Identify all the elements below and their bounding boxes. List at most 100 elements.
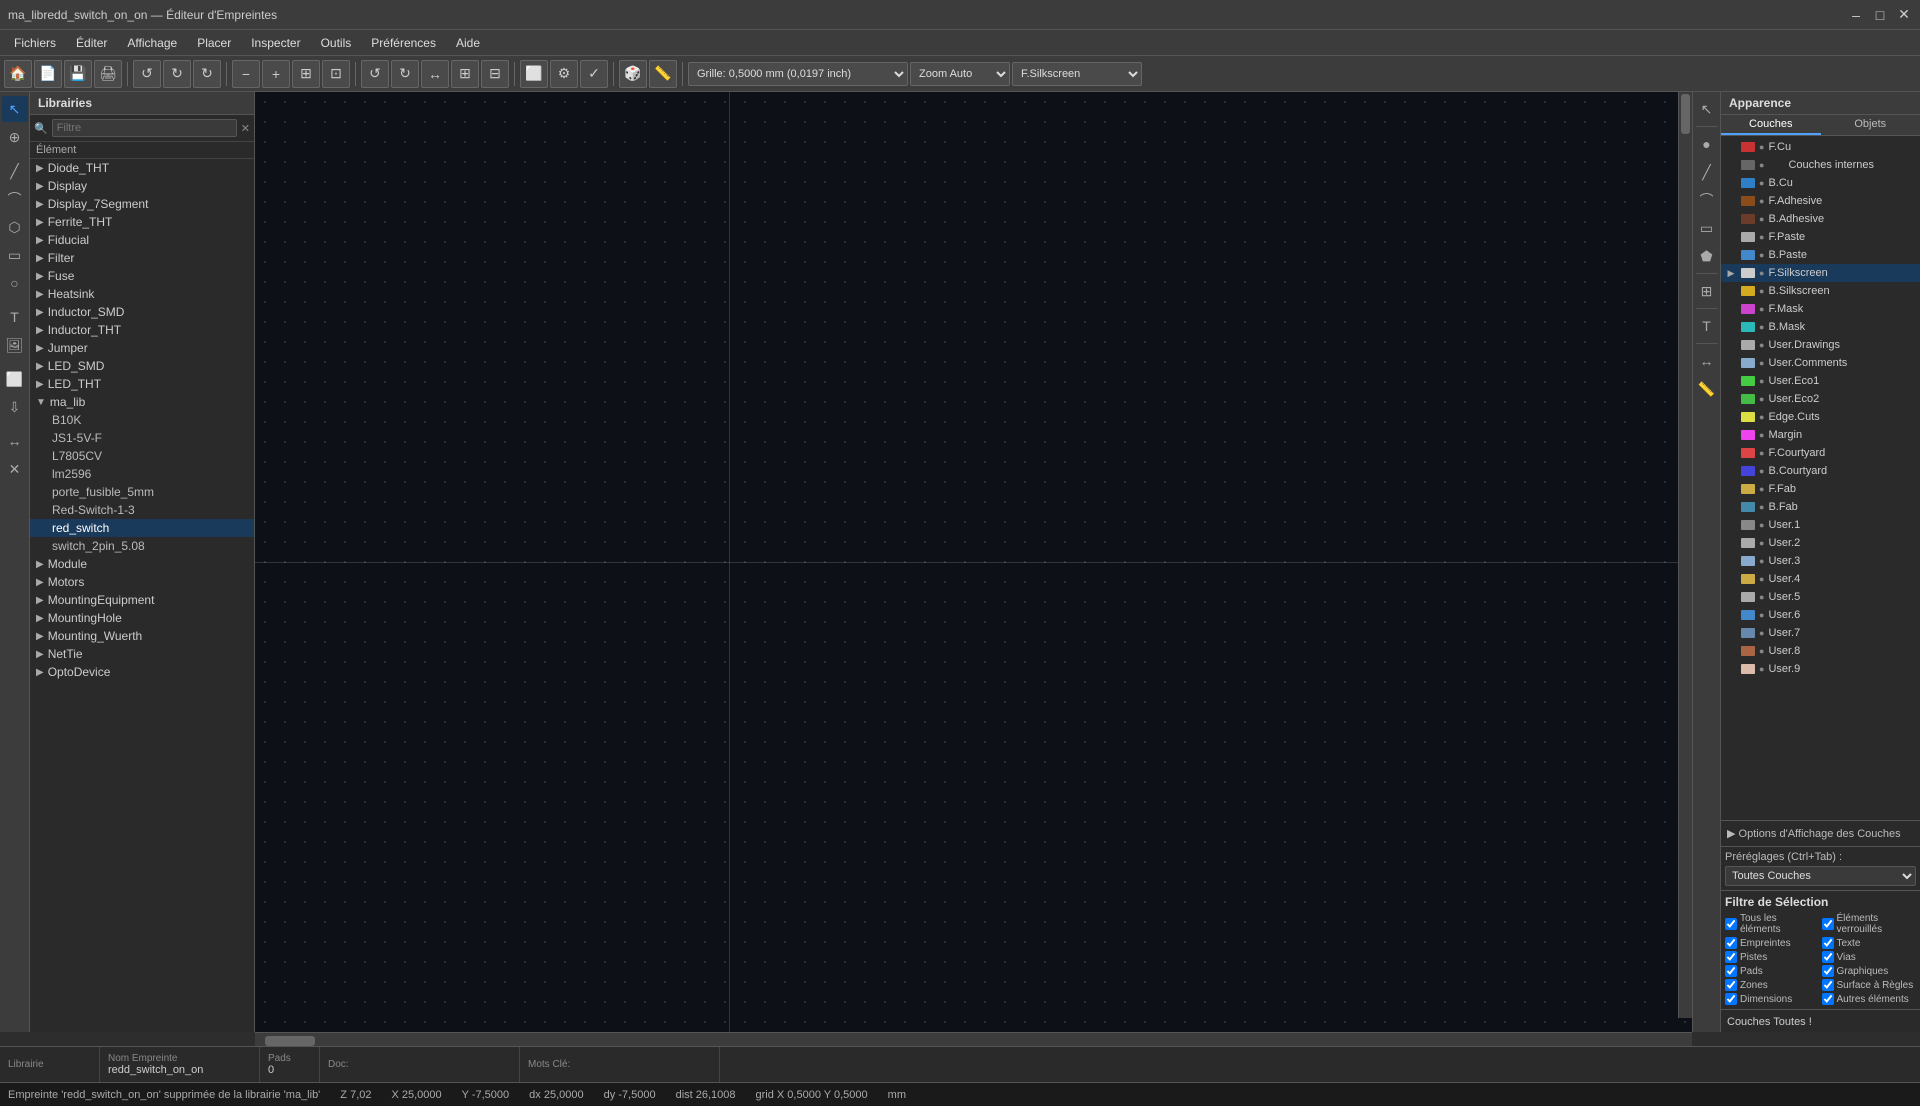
menu-item-affichage[interactable]: Affichage	[117, 30, 187, 55]
layer-row-26[interactable]: ●User.6	[1721, 606, 1920, 624]
layer-row-17[interactable]: ●F.Courtyard	[1721, 444, 1920, 462]
lib-group-header-14[interactable]: ▶Module	[30, 555, 254, 573]
zoom-out-button[interactable]: −	[232, 60, 260, 88]
lib-group-header-8[interactable]: ▶Inductor_SMD	[30, 303, 254, 321]
maximize-button[interactable]: □	[1872, 7, 1888, 23]
presets-select[interactable]: Toutes CouchesCouches de cuivreCouches a…	[1725, 866, 1916, 886]
filter-checkbox-right-3[interactable]	[1822, 965, 1834, 977]
text-right-tool[interactable]: T	[1694, 313, 1720, 339]
layer-row-18[interactable]: ●B.Courtyard	[1721, 462, 1920, 480]
layer-row-27[interactable]: ●User.7	[1721, 624, 1920, 642]
layer-row-24[interactable]: ●User.4	[1721, 570, 1920, 588]
lib-group-header-5[interactable]: ▶Filter	[30, 249, 254, 267]
v-scrollbar-thumb[interactable]	[1681, 94, 1690, 134]
lib-group-header-0[interactable]: ▶Diode_THT	[30, 159, 254, 177]
lib-group-header-4[interactable]: ▶Fiducial	[30, 231, 254, 249]
pad-add-tool[interactable]: ⬜	[2, 366, 28, 392]
lib-group-header-10[interactable]: ▶Jumper	[30, 339, 254, 357]
local-coords-tool[interactable]: ⊕	[2, 124, 28, 150]
lib-group-header-9[interactable]: ▶Inductor_THT	[30, 321, 254, 339]
filter-checkbox-left-1[interactable]	[1725, 937, 1737, 949]
lib-item-13-1[interactable]: JS1-5V-F	[30, 429, 254, 447]
filter-checkbox-left-0[interactable]	[1725, 918, 1737, 930]
layer-row-2[interactable]: ●B.Cu	[1721, 174, 1920, 192]
image-tool[interactable]: 🖼	[2, 332, 28, 358]
layer-row-0[interactable]: ●F.Cu	[1721, 138, 1920, 156]
poly-tool[interactable]: ⬡	[2, 214, 28, 240]
lib-group-header-15[interactable]: ▶Motors	[30, 573, 254, 591]
refresh-button[interactable]: ↻	[193, 60, 221, 88]
rotate-left-button[interactable]: ↺	[361, 60, 389, 88]
pcb-canvas[interactable]	[255, 92, 1692, 1032]
vertical-scrollbar[interactable]	[1678, 92, 1692, 1018]
layer-row-14[interactable]: ●User.Eco2	[1721, 390, 1920, 408]
measure-button[interactable]: 📏	[649, 60, 677, 88]
arc-draw-tool[interactable]: ⌒	[1694, 187, 1720, 213]
layer-row-3[interactable]: ●F.Adhesive	[1721, 192, 1920, 210]
clear-search-icon[interactable]: ✕	[241, 122, 250, 135]
flip-button[interactable]: ↔	[421, 60, 449, 88]
lib-group-header-13[interactable]: ▼ma_lib	[30, 393, 254, 411]
menu-item-placer[interactable]: Placer	[187, 30, 241, 55]
zoom-in-button[interactable]: +	[262, 60, 290, 88]
rect-tool[interactable]: ▭	[2, 242, 28, 268]
layer-row-23[interactable]: ●User.3	[1721, 552, 1920, 570]
drc-button[interactable]: ✓	[580, 60, 608, 88]
filter-checkbox-right-4[interactable]	[1822, 979, 1834, 991]
measure-tool[interactable]: ↔	[2, 428, 28, 454]
layer-select[interactable]: F.Silkscreen	[1012, 62, 1142, 86]
lib-group-header-17[interactable]: ▶MountingHole	[30, 609, 254, 627]
zoom-fit-button[interactable]: ⊞	[292, 60, 320, 88]
redo-button[interactable]: ↻	[163, 60, 191, 88]
layer-row-1[interactable]: ●Couches internes	[1721, 156, 1920, 174]
filter-checkbox-right-0[interactable]	[1822, 918, 1834, 930]
lib-group-header-6[interactable]: ▶Fuse	[30, 267, 254, 285]
lib-item-13-6[interactable]: red_switch	[30, 519, 254, 537]
layer-row-12[interactable]: ●User.Comments	[1721, 354, 1920, 372]
menu-item-préférences[interactable]: Préférences	[361, 30, 446, 55]
filter-checkbox-left-3[interactable]	[1725, 965, 1737, 977]
grid-select[interactable]: Grille: 0,5000 mm (0,0197 inch)	[688, 62, 908, 86]
print-button[interactable]: 🖨	[94, 60, 122, 88]
layer-row-5[interactable]: ●F.Paste	[1721, 228, 1920, 246]
layer-row-4[interactable]: ●B.Adhesive	[1721, 210, 1920, 228]
layer-row-28[interactable]: ●User.8	[1721, 642, 1920, 660]
layer-row-15[interactable]: ●Edge.Cuts	[1721, 408, 1920, 426]
tab-objects[interactable]: Objets	[1821, 115, 1920, 135]
lib-group-header-20[interactable]: ▶OptoDevice	[30, 663, 254, 681]
lib-group-header-2[interactable]: ▶Display_7Segment	[30, 195, 254, 213]
menu-item-outils[interactable]: Outils	[311, 30, 362, 55]
h-scrollbar-thumb[interactable]	[265, 1036, 315, 1046]
align-button[interactable]: ⊞	[451, 60, 479, 88]
layer-row-19[interactable]: ●F.Fab	[1721, 480, 1920, 498]
pad-button[interactable]: ⬜	[520, 60, 548, 88]
filter-checkbox-right-2[interactable]	[1822, 951, 1834, 963]
filter-checkbox-right-5[interactable]	[1822, 993, 1834, 1005]
menu-item-éditer[interactable]: Éditer	[66, 30, 117, 55]
layer-row-13[interactable]: ●User.Eco1	[1721, 372, 1920, 390]
close-button[interactable]: ✕	[1896, 7, 1912, 23]
save-button[interactable]: 💾	[64, 60, 92, 88]
layer-row-9[interactable]: ●F.Mask	[1721, 300, 1920, 318]
distribute-button[interactable]: ⊟	[481, 60, 509, 88]
menu-item-inspecter[interactable]: Inspecter	[241, 30, 310, 55]
layer-row-20[interactable]: ●B.Fab	[1721, 498, 1920, 516]
arc-tool[interactable]: ⌒	[2, 186, 28, 212]
text-tool[interactable]: T	[2, 304, 28, 330]
layer-row-7[interactable]: ▶●F.Silkscreen	[1721, 264, 1920, 282]
settings-button[interactable]: ⚙	[550, 60, 578, 88]
lib-group-header-16[interactable]: ▶MountingEquipment	[30, 591, 254, 609]
layer-row-16[interactable]: ●Margin	[1721, 426, 1920, 444]
layer-row-11[interactable]: ●User.Drawings	[1721, 336, 1920, 354]
3d-button[interactable]: 🎲	[619, 60, 647, 88]
lib-item-13-2[interactable]: L7805CV	[30, 447, 254, 465]
lib-item-13-0[interactable]: B10K	[30, 411, 254, 429]
filter-checkbox-left-5[interactable]	[1725, 993, 1737, 1005]
layer-row-6[interactable]: ●B.Paste	[1721, 246, 1920, 264]
lib-group-header-7[interactable]: ▶Heatsink	[30, 285, 254, 303]
cursor-tool[interactable]: ↖	[1694, 96, 1720, 122]
grid-tool[interactable]: ⊞	[1694, 278, 1720, 304]
filter-checkbox-left-4[interactable]	[1725, 979, 1737, 991]
layer-row-21[interactable]: ●User.1	[1721, 516, 1920, 534]
lib-item-13-7[interactable]: switch_2pin_5.08	[30, 537, 254, 555]
